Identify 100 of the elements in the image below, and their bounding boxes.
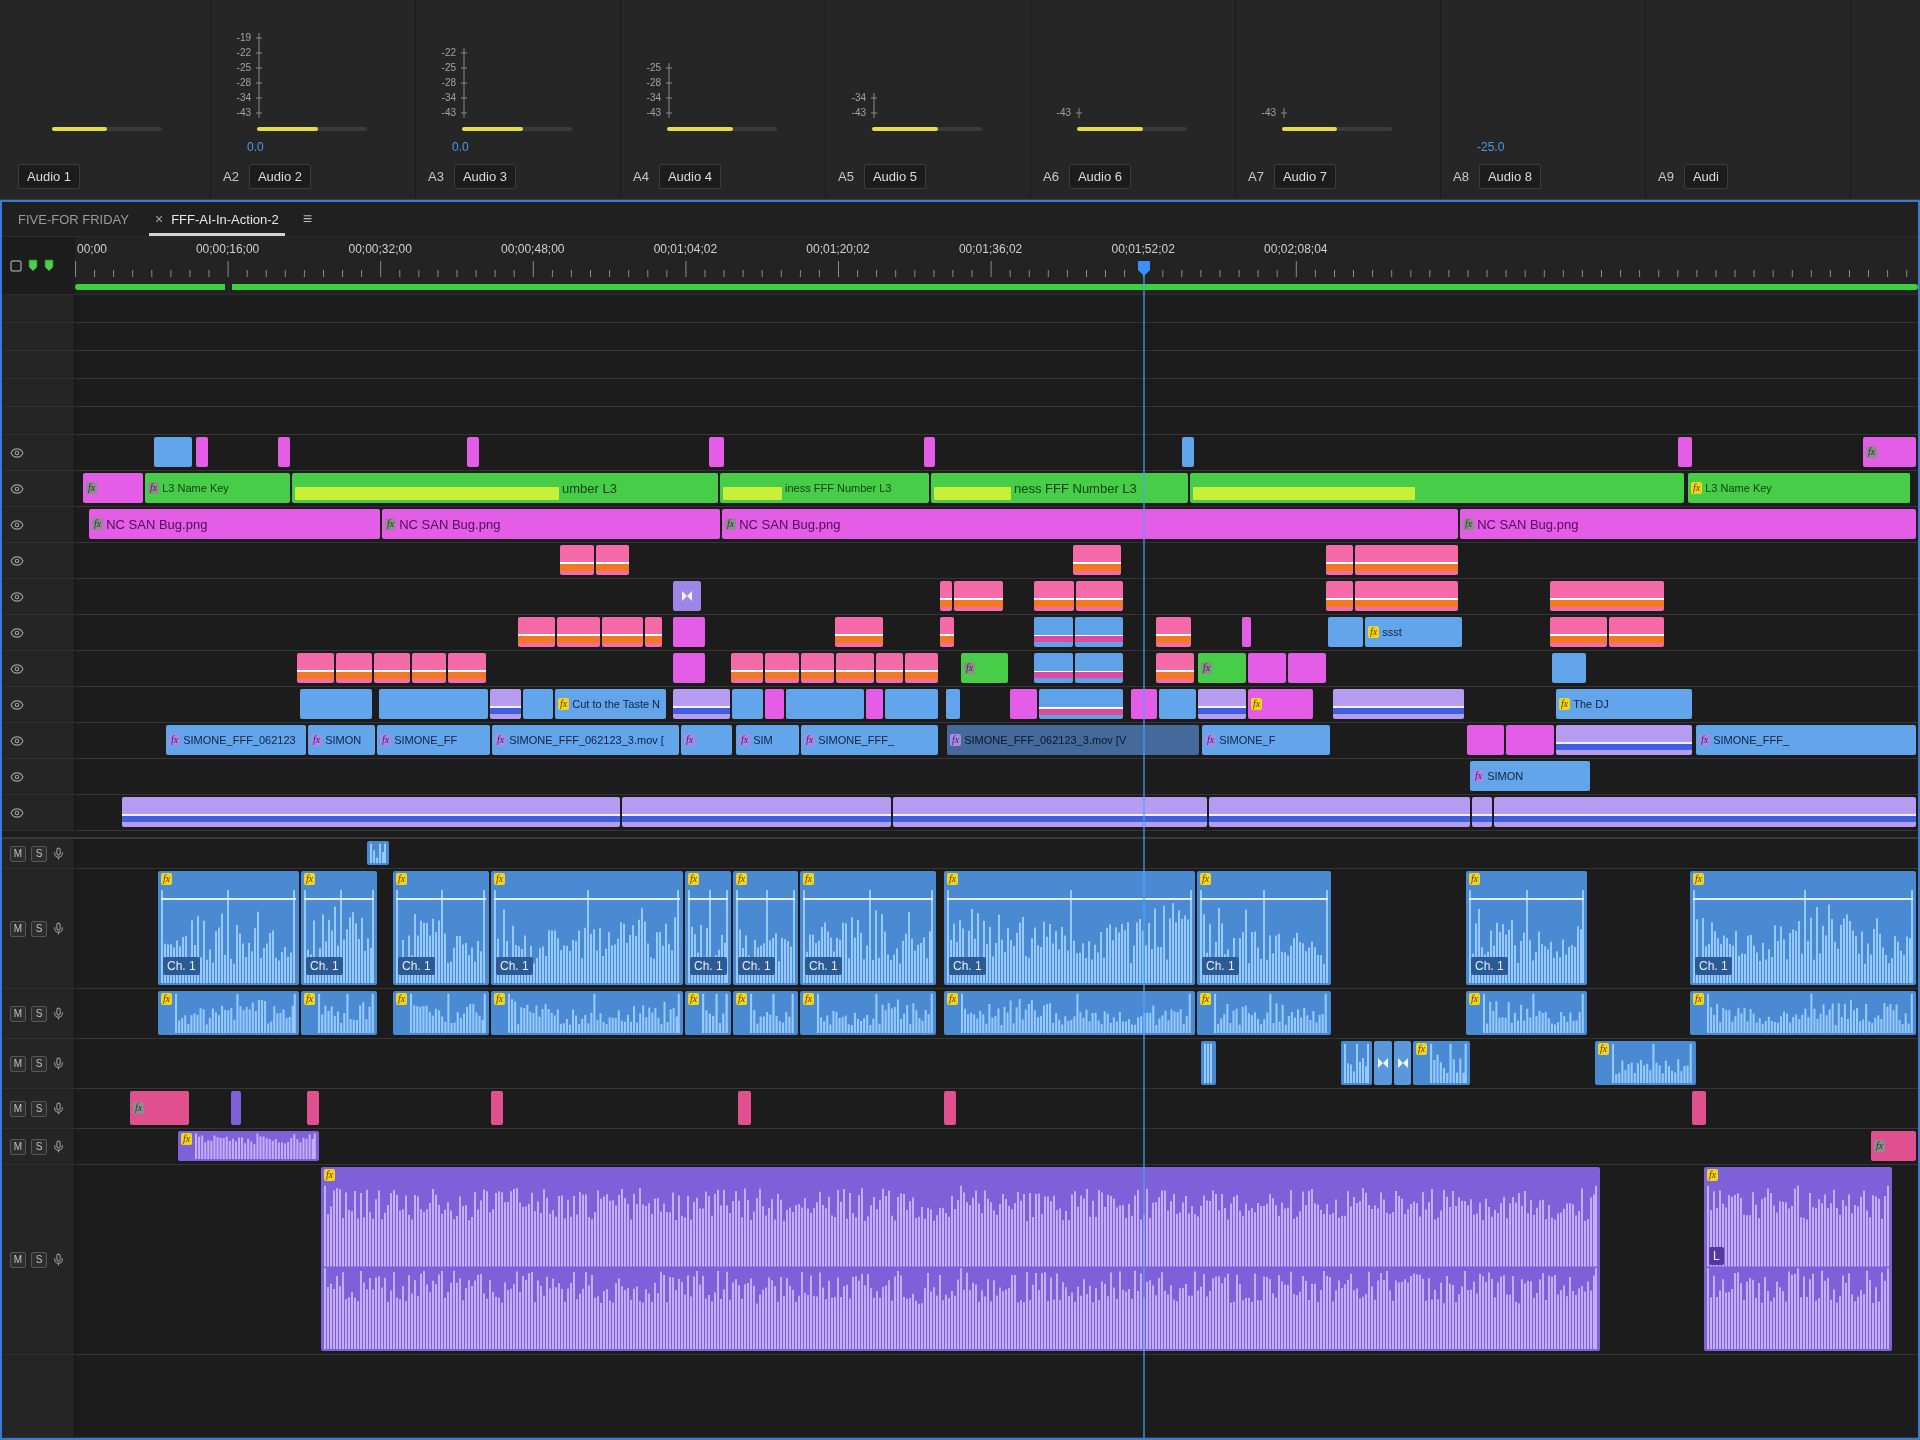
audio-clip[interactable]: fx Ch. 1 [1466, 871, 1587, 985]
audio-clip[interactable]: fx [130, 1091, 189, 1125]
adjustment-clip[interactable] [1472, 797, 1492, 827]
track-name-field[interactable]: Audio 3 [453, 163, 516, 189]
graphic-clip[interactable] [1678, 437, 1692, 467]
audio-clip[interactable] [491, 1091, 503, 1125]
nested-sequence-clip[interactable] [1550, 581, 1664, 611]
nested-sequence-clip[interactable] [374, 653, 410, 683]
adjustment-clip[interactable] [490, 689, 521, 719]
nested-sequence-clip[interactable] [765, 653, 799, 683]
video-clip[interactable] [885, 689, 938, 719]
microphone-icon[interactable] [52, 1253, 65, 1266]
solo-button[interactable]: S [31, 1138, 47, 1155]
eye-icon[interactable] [10, 769, 24, 784]
eye-icon[interactable] [10, 517, 24, 532]
video-clip[interactable] [523, 689, 553, 719]
audio-clip[interactable]: fx [800, 991, 936, 1035]
video-clip[interactable] [379, 689, 488, 719]
nested-sequence-clip[interactable] [1355, 545, 1458, 575]
adjustment-clip[interactable] [1556, 725, 1692, 755]
video-clip[interactable]: fx SIMON [1470, 761, 1590, 791]
track-name-field[interactable]: Audio 8 [1478, 163, 1541, 189]
nested-sequence-clip[interactable] [336, 653, 372, 683]
graphic-clip[interactable]: fx NC SAN Bug.png [722, 509, 1458, 539]
music-clip[interactable]: fx [321, 1167, 1600, 1351]
video-clip[interactable]: fx SIM [736, 725, 799, 755]
microphone-icon[interactable] [52, 1102, 65, 1115]
nested-sequence-clip[interactable] [645, 617, 662, 647]
graphic-clip[interactable] [1131, 689, 1157, 719]
nested-sequence-clip[interactable] [1550, 617, 1607, 647]
nested-sequence-clip[interactable] [801, 653, 834, 683]
video-clip[interactable]: fx SIMONE_FFF_062123_3.mov [V [947, 725, 1199, 755]
nested-sequence-clip[interactable] [1355, 581, 1458, 611]
video-clip[interactable]: fx Cut to the Taste N [555, 689, 666, 719]
video-clip[interactable] [1039, 689, 1123, 719]
track-name-field[interactable]: Audio 2 [248, 163, 311, 189]
title-clip[interactable]: fx L3 Name Key [1688, 473, 1910, 503]
nested-sequence-clip[interactable] [835, 617, 883, 647]
video-clip[interactable] [1075, 617, 1123, 647]
graphic-clip[interactable] [1248, 653, 1286, 683]
video-clip[interactable] [300, 689, 372, 719]
solo-button[interactable]: S [31, 845, 47, 862]
video-clip[interactable]: fx SIMONE_F [1202, 725, 1330, 755]
mute-button[interactable]: M [10, 1138, 26, 1155]
audio-clip[interactable]: fx Ch. 1 [685, 871, 731, 985]
audio-clip[interactable]: fx Ch. 1 [1690, 871, 1916, 985]
audio-clip[interactable] [1341, 1041, 1372, 1085]
mute-button[interactable]: M [10, 1100, 26, 1117]
mute-button[interactable]: M [10, 920, 26, 937]
nested-sequence-clip[interactable] [1326, 545, 1353, 575]
square-icon[interactable] [10, 259, 22, 272]
nested-sequence-clip[interactable] [1156, 653, 1194, 683]
nested-sequence-clip[interactable] [1073, 545, 1121, 575]
video-clip[interactable]: fx [681, 725, 732, 755]
transition-clip[interactable] [673, 581, 701, 611]
mute-button[interactable]: M [10, 845, 26, 862]
video-clip[interactable] [786, 689, 864, 719]
graphic-clip[interactable] [1010, 689, 1037, 719]
graphic-clip[interactable] [765, 689, 784, 719]
track-name-field[interactable]: Audi [1683, 163, 1728, 189]
marker-icon[interactable] [28, 259, 38, 272]
solo-button[interactable]: S [31, 920, 47, 937]
nested-sequence-clip[interactable] [876, 653, 903, 683]
graphic-clip[interactable] [709, 437, 724, 467]
graphic-clip[interactable] [673, 653, 705, 683]
adjustment-clip[interactable] [673, 689, 730, 719]
audio-clip[interactable]: fx Ch. 1 [393, 871, 489, 985]
audio-clip[interactable] [367, 841, 389, 865]
adjustment-clip[interactable] [122, 797, 620, 827]
eye-icon[interactable] [10, 625, 24, 640]
nested-sequence-clip[interactable] [836, 653, 874, 683]
nested-sequence-clip[interactable] [557, 617, 600, 647]
music-clip[interactable]: fx L [1704, 1167, 1892, 1351]
nested-sequence-clip[interactable] [954, 581, 1003, 611]
nested-sequence-clip[interactable] [731, 653, 763, 683]
graphic-clip[interactable] [924, 437, 935, 467]
audio-clip[interactable]: fx [491, 991, 683, 1035]
video-clip[interactable]: fx SIMONE_FFF_ [1696, 725, 1916, 755]
audio-clip[interactable]: fx [1413, 1041, 1470, 1085]
nested-sequence-clip[interactable] [940, 617, 954, 647]
video-clip[interactable]: fx SIMONE_FFF_062123 [166, 725, 306, 755]
graphic-clip[interactable]: fx NC SAN Bug.png [1460, 509, 1916, 539]
graphic-clip[interactable]: fx NC SAN Bug.png [89, 509, 380, 539]
microphone-icon[interactable] [52, 922, 65, 935]
nested-sequence-clip[interactable] [905, 653, 938, 683]
microphone-icon[interactable] [52, 1057, 65, 1070]
mute-button[interactable]: M [10, 1251, 26, 1268]
video-clip[interactable] [1182, 437, 1194, 467]
nested-sequence-clip[interactable] [602, 617, 643, 647]
audio-clip[interactable]: fx [1871, 1131, 1916, 1161]
video-clip[interactable] [1034, 653, 1073, 683]
audio-clip[interactable]: fx Ch. 1 [944, 871, 1195, 985]
audio-clip[interactable]: fx Ch. 1 [1197, 871, 1331, 985]
track-name-field[interactable]: Audio 1 [18, 163, 81, 189]
video-clip[interactable]: fx SIMONE_FFF_ [801, 725, 938, 755]
microphone-icon[interactable] [52, 1007, 65, 1020]
nested-sequence-clip[interactable] [560, 545, 594, 575]
graphic-clip[interactable] [196, 437, 208, 467]
transition-clip[interactable] [1394, 1041, 1411, 1085]
title-clip[interactable] [1190, 473, 1684, 503]
